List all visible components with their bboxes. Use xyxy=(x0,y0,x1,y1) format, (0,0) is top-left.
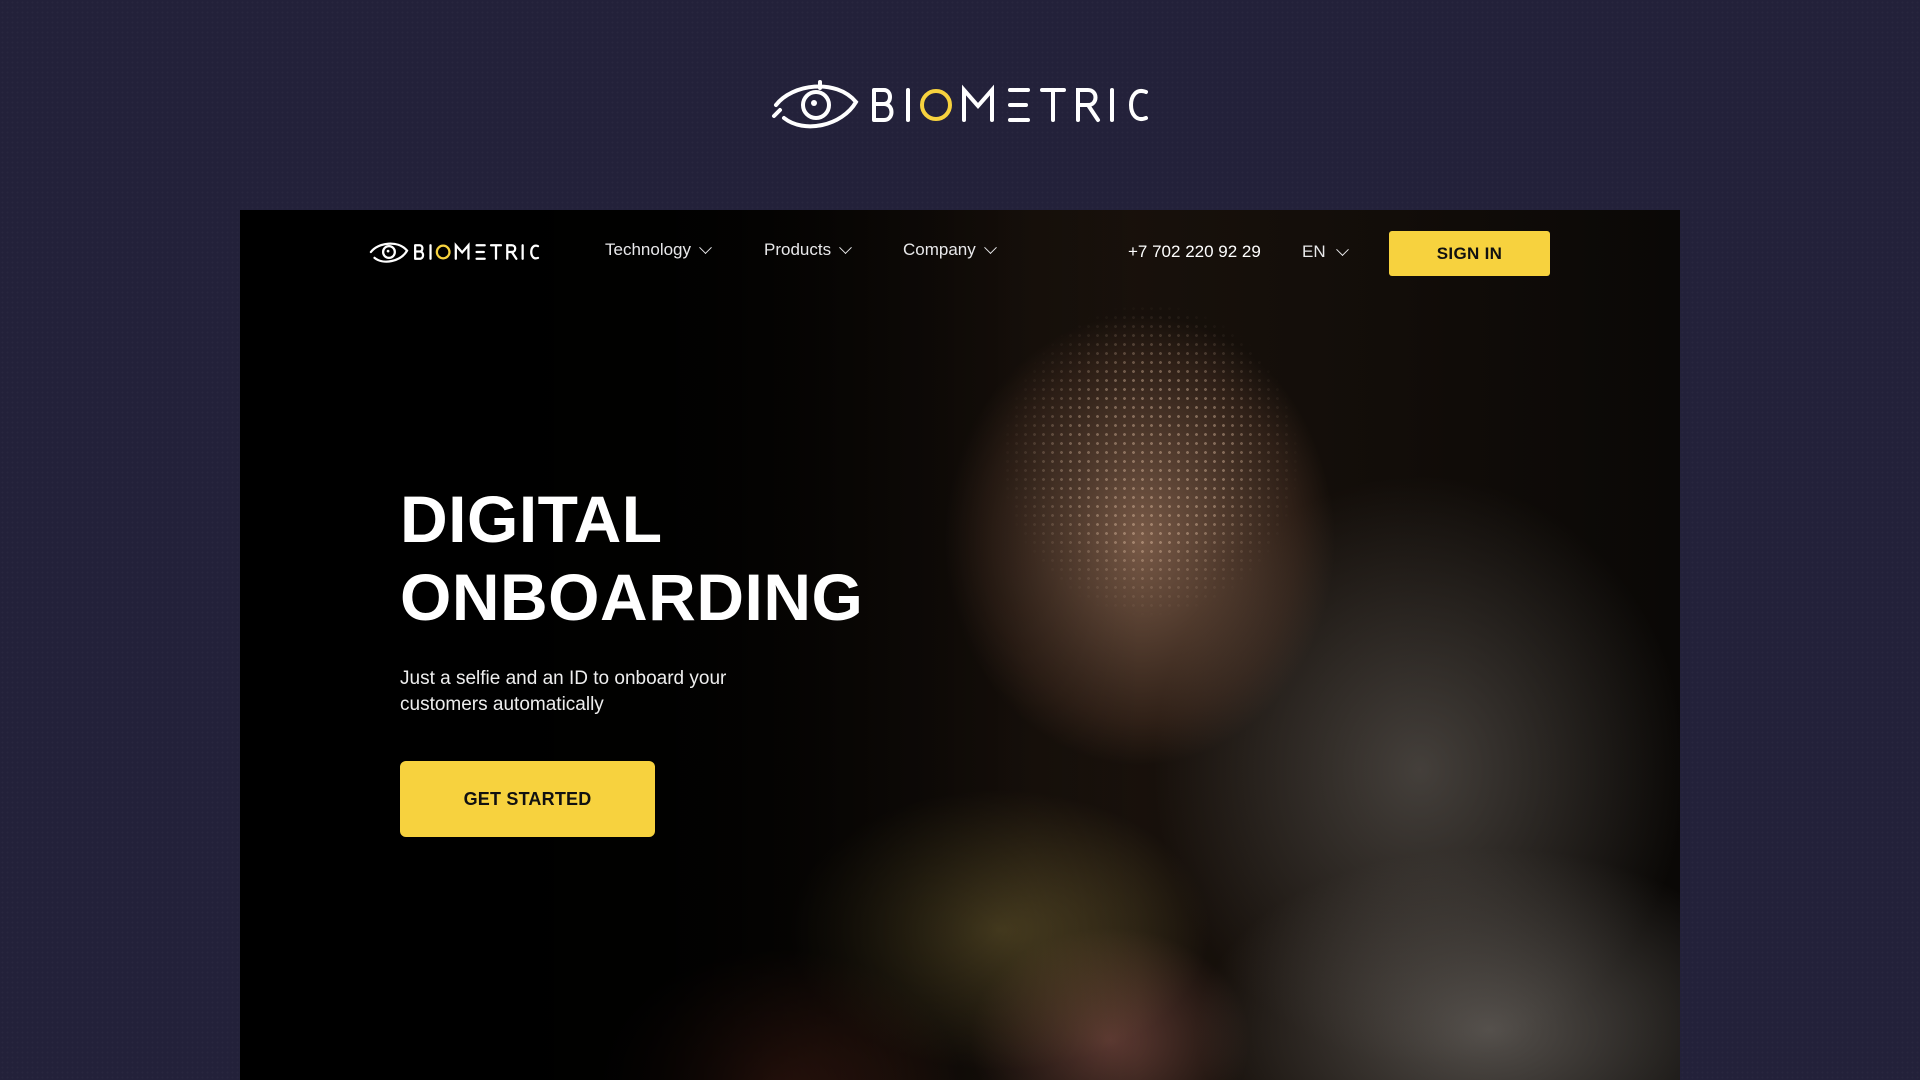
hero-title: DIGITAL ONBOARDING xyxy=(400,480,863,636)
eye-icon xyxy=(369,242,409,263)
nav-company[interactable]: Company xyxy=(903,240,997,260)
nav-products[interactable]: Products xyxy=(764,240,852,260)
nav-technology[interactable]: Technology xyxy=(605,240,712,260)
nav-technology-label: Technology xyxy=(605,240,692,259)
hero-background-image xyxy=(240,210,1680,1080)
chevron-down-icon xyxy=(1335,242,1349,256)
biometric-logo-small xyxy=(369,242,540,263)
hero-title-line-1: DIGITAL xyxy=(400,482,663,556)
language-label: EN xyxy=(1302,242,1326,261)
biometric-logo-large xyxy=(772,80,1148,129)
presentation-logo xyxy=(0,74,1920,136)
nav-products-label: Products xyxy=(764,240,832,259)
language-selector[interactable]: EN xyxy=(1302,242,1349,262)
chevron-down-icon xyxy=(983,240,997,254)
website-screenshot: Technology Products Company +7 702 220 9… xyxy=(240,210,1680,1080)
get-started-button[interactable]: GET STARTED xyxy=(400,761,655,837)
sign-in-button[interactable]: SIGN IN xyxy=(1389,231,1550,276)
phone-link[interactable]: +7 702 220 92 29 xyxy=(1128,242,1261,262)
eye-icon xyxy=(772,80,859,129)
nav-logo[interactable] xyxy=(368,238,540,271)
chevron-down-icon xyxy=(699,240,712,254)
nav-company-label: Company xyxy=(903,240,976,259)
chevron-down-icon xyxy=(839,240,852,254)
hero-title-line-2: ONBOARDING xyxy=(400,560,864,634)
navbar: Technology Products Company +7 702 220 9… xyxy=(240,210,1680,296)
hero-subtitle: Just a selfie and an ID to onboard your … xyxy=(400,668,727,715)
wordmark xyxy=(872,84,1148,122)
